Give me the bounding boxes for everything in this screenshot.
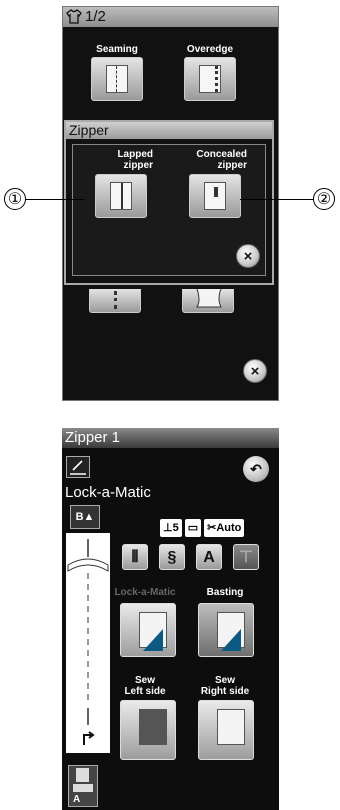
callout-2-leader [240, 199, 313, 200]
option-label: Lapped zipper [89, 148, 153, 172]
lapped-zipper-option[interactable]: Lapped zipper [89, 148, 153, 218]
option-label-line1: Lapped [117, 149, 153, 160]
foot-height-value: 5 [172, 522, 179, 534]
needle-icon: ⫴ [131, 549, 139, 566]
garment-button[interactable]: ⊤ [233, 544, 259, 570]
option-label-line1: Concealed [196, 149, 247, 160]
zipper-category-icon[interactable] [89, 289, 141, 313]
option-label-line2: zipper [217, 160, 247, 171]
screen-title: Zipper 1 [62, 428, 279, 448]
category-label: Seaming [96, 44, 138, 55]
lock-a-matic-button[interactable] [120, 603, 176, 657]
basting-button[interactable] [198, 603, 254, 657]
close-button[interactable]: × [243, 359, 267, 383]
sew-left-line2: Left side [124, 686, 166, 697]
mirror-icon: § [167, 549, 177, 566]
stitch-preview-panel: B▲ A [66, 503, 110, 807]
function-icon-row: ⫴ § A ⊤ [122, 544, 259, 570]
sew-right-side-button[interactable] [198, 700, 254, 760]
category-label: Overedge [186, 44, 234, 55]
applique-category-icon[interactable] [182, 289, 234, 313]
zipper-sewing-screen: Zipper 1 ↶ Lock-a-Matic B▲ A ⊥5 ▭ ✂Auto … [62, 428, 279, 810]
presser-foot-button[interactable]: A [68, 765, 98, 807]
shirt-icon [66, 9, 82, 24]
fold-icon [143, 629, 163, 651]
auto-cutter-indicator: ✂Auto [204, 519, 245, 537]
concealed-zipper-icon [189, 174, 241, 218]
stitch-line-graphic [67, 539, 109, 745]
back-arrow-icon: ↶ [250, 461, 262, 477]
concealed-zipper-option[interactable]: Concealed zipper [183, 148, 247, 218]
presser-foot-letter: A [73, 794, 81, 805]
overedge-icon [184, 57, 236, 101]
font-button[interactable]: A [196, 544, 222, 570]
sew-right-label: Sew Right side [194, 675, 256, 697]
sew-left-line1: Sew [134, 675, 155, 686]
feed-dog-icon: ▭ [184, 519, 202, 537]
font-letter: A [203, 549, 215, 566]
callout-1-leader [26, 199, 84, 200]
callout-2: ② [313, 188, 335, 210]
sew-right-line1: Sew [214, 675, 235, 686]
category-overedge[interactable]: Overedge [178, 31, 242, 101]
popup-close-button[interactable]: × [236, 244, 260, 268]
back-button[interactable]: ↶ [243, 456, 269, 482]
seaming-icon [91, 57, 143, 101]
foot-height-indicator: ⊥5 [160, 519, 182, 537]
needle-position-button[interactable]: ⫴ [122, 544, 148, 570]
fold-icon [221, 629, 241, 651]
category-header: 1/2 [63, 7, 278, 27]
popup-title: Zipper [66, 122, 272, 139]
stitch-preview [66, 533, 110, 753]
lapped-zipper-icon [95, 174, 147, 218]
applique-shape-icon [196, 289, 222, 308]
option-label: Concealed zipper [183, 148, 247, 172]
popup-body: Lapped zipper Concealed zipper × [72, 144, 266, 276]
sew-left-label: Sew Left side [114, 675, 176, 697]
presser-foot-icon [73, 768, 93, 792]
option-label-line2: zipper [123, 160, 153, 171]
pattern-name: Lock-a-Matic [65, 484, 151, 501]
sew-left-side-button[interactable] [120, 700, 176, 760]
selector-label: B [75, 511, 84, 523]
triangle-up-icon: ▲ [83, 511, 95, 523]
edit-button[interactable] [66, 456, 90, 478]
category-seaming[interactable]: Seaming [85, 31, 149, 101]
mirror-button[interactable]: § [159, 544, 185, 570]
status-indicators: ⊥5 ▭ ✂Auto [160, 519, 245, 537]
edit-icon [70, 460, 86, 475]
zipper-popup: Zipper Lapped zipper Concealed zipper × [64, 120, 274, 285]
page-indicator: 1/2 [85, 8, 106, 25]
mode-label: Lock-a-Matic [114, 587, 176, 598]
auto-label: Auto [216, 522, 242, 534]
shirt-icon: ⊤ [239, 549, 253, 566]
callout-1: ① [4, 188, 26, 210]
sew-right-line2: Right side [200, 686, 250, 697]
mode-label: Basting [206, 587, 244, 598]
stitch-selector-button[interactable]: B▲ [70, 505, 100, 529]
